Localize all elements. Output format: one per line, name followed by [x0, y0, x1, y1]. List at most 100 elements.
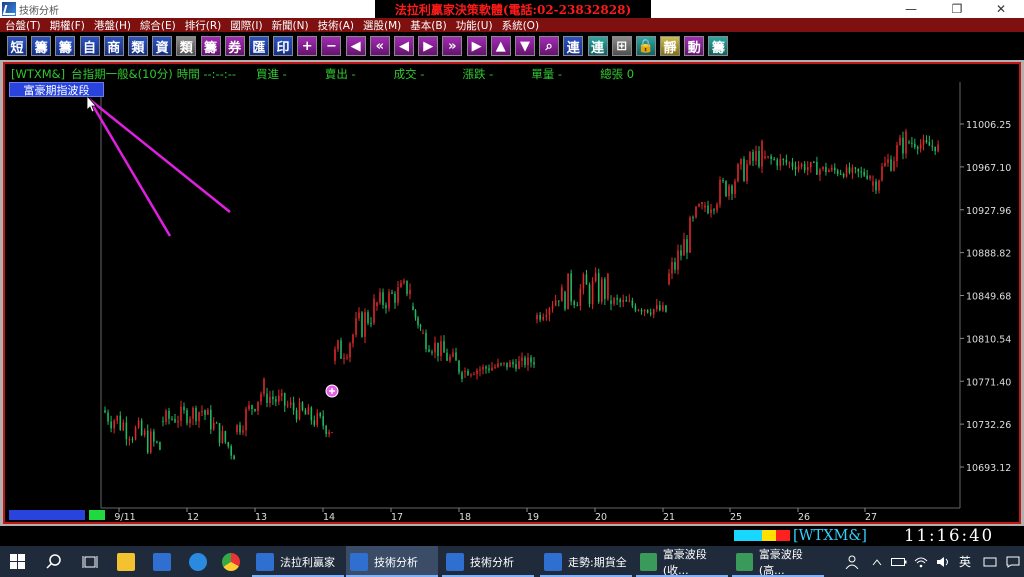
candle-body	[551, 305, 554, 309]
menu-item-hk[interactable]: 港盤(H)	[94, 18, 131, 33]
taskbar-app-chart[interactable]	[144, 546, 180, 577]
task-view-button[interactable]	[72, 546, 108, 577]
people-button[interactable]	[840, 546, 864, 577]
candle-body	[245, 409, 247, 431]
toolbar-button-9[interactable]: 券	[224, 36, 245, 56]
search-button[interactable]	[36, 546, 72, 577]
toolbar-button-27[interactable]: 靜	[660, 36, 681, 56]
menu-item-news[interactable]: 新聞(N)	[272, 18, 309, 33]
toolbar-button-20[interactable]: ▲	[490, 36, 511, 56]
toolbar-button-25[interactable]: ⊞	[611, 36, 632, 56]
ime-button[interactable]: 英	[954, 546, 976, 577]
toolbar-button-12[interactable]: +	[297, 36, 318, 56]
candle-body	[440, 341, 442, 357]
toolbar-button-5[interactable]: 類	[127, 36, 148, 56]
taskbar-window-5[interactable]: 富豪波段(收...	[636, 546, 728, 577]
toolbar-button-13[interactable]: −	[321, 36, 342, 56]
candle-body	[668, 273, 670, 285]
toolbar-button-6[interactable]: 資	[152, 36, 173, 56]
taskbar-window-2[interactable]: 技術分析	[346, 546, 438, 577]
indicator-tab[interactable]: 富豪期指波段	[9, 82, 104, 97]
menu-item-function[interactable]: 功能(U)	[456, 18, 493, 33]
candle-body	[479, 369, 481, 371]
toolbar-button-28[interactable]: 動	[684, 36, 705, 56]
menu-item-international[interactable]: 國際(I)	[230, 18, 262, 33]
toolbar-button-3[interactable]: 自	[79, 36, 100, 56]
toolbar-button-8[interactable]: 籌	[200, 36, 221, 56]
close-button[interactable]: ✕	[978, 0, 1024, 18]
volume-button[interactable]	[932, 546, 954, 577]
toolbar-button-1[interactable]: 籌	[31, 36, 52, 56]
toolbar-button-19[interactable]: ▶	[466, 36, 487, 56]
candle-body	[171, 418, 173, 420]
menu-item-fundamental[interactable]: 基本(B)	[410, 18, 446, 33]
candle-body	[662, 305, 664, 311]
price-chart[interactable]: 11006.25 10967.10 10927.96 10888.82 10849.68…	[5, 64, 1019, 522]
candle-body	[527, 357, 529, 366]
strip-cell	[762, 530, 776, 541]
toolbar-button-4[interactable]: 商	[103, 36, 124, 56]
candle-body	[301, 402, 304, 411]
taskbar-window-3[interactable]: 技術分析	[442, 546, 534, 577]
candle-body	[304, 410, 307, 415]
candle-body	[283, 393, 286, 406]
chart-app-icon	[544, 552, 562, 571]
tray-overflow-button[interactable]	[866, 546, 888, 577]
x-tick-label: 26	[798, 512, 810, 522]
toolbar-button-2[interactable]: 籌	[55, 36, 76, 56]
toolbar-button-0[interactable]: 短	[7, 36, 27, 56]
candle-body	[461, 372, 463, 379]
candle-body	[189, 418, 191, 424]
candle-body	[631, 300, 634, 306]
ime-mode-button[interactable]	[980, 546, 1000, 577]
menu-item-ranking[interactable]: 排行(R)	[185, 18, 222, 33]
toolbar-button-26[interactable]: 🔒	[635, 36, 656, 56]
menu-item-technical[interactable]: 技術(A)	[318, 18, 354, 33]
toolbar-button-7[interactable]: 類	[176, 36, 197, 56]
candle-body	[833, 167, 836, 171]
people-icon	[845, 555, 859, 569]
toolbar-button-17[interactable]: ▶	[418, 36, 439, 56]
candle-body	[734, 181, 736, 194]
menu-item-futures[interactable]: 期權(F)	[50, 18, 85, 33]
start-button[interactable]	[0, 546, 36, 577]
network-button[interactable]	[910, 546, 932, 577]
toolbar-button-16[interactable]: ◀	[394, 36, 414, 56]
toolbar-button-14[interactable]: ◀	[345, 36, 366, 56]
notification-button[interactable]	[1002, 546, 1024, 577]
taskbar-window-6[interactable]: 富豪波段(高...	[732, 546, 824, 577]
taskbar-window-4[interactable]: 走勢:期貨全	[540, 546, 632, 577]
toolbar-button-18[interactable]: »	[442, 36, 463, 56]
candle-body	[385, 304, 387, 309]
restore-button[interactable]: ❐	[934, 0, 980, 18]
candle-body	[382, 292, 384, 305]
toolbar-button-10[interactable]: 匯	[248, 36, 269, 56]
candle-body	[806, 167, 809, 171]
taskbar-window-1[interactable]: 法拉利贏家	[252, 546, 344, 577]
toolbar-button-24[interactable]: 連	[587, 36, 608, 56]
menu-item-taiwan[interactable]: 台盤(T)	[5, 18, 41, 33]
chart-window: 11006.25 10967.10 10927.96 10888.82 10849.68…	[0, 60, 1024, 526]
chart-scroll-status[interactable]	[9, 510, 105, 520]
menu-item-system[interactable]: 系統(O)	[502, 18, 539, 33]
toolbar-button-15[interactable]: «	[369, 36, 390, 56]
candle-body	[851, 167, 854, 173]
candle-body	[825, 166, 827, 173]
scroll-thumb[interactable]	[89, 510, 105, 520]
toolbar-button-29[interactable]: 籌	[708, 36, 729, 56]
menu-item-screener[interactable]: 選股(M)	[363, 18, 401, 33]
minimize-button[interactable]: —	[888, 0, 934, 18]
toolbar-button-21[interactable]: ▼	[514, 36, 535, 56]
toolbar-button-11[interactable]: 印	[273, 36, 294, 56]
info-bid: 買進 -	[256, 67, 287, 81]
taskbar-file-explorer[interactable]	[108, 546, 144, 577]
toolbar-button-22[interactable]: ⌕	[539, 36, 560, 56]
candle-body	[403, 280, 405, 283]
toolbar-button-23[interactable]: 連	[563, 36, 584, 56]
battery-button[interactable]	[888, 546, 910, 577]
taskbar-chrome[interactable]	[216, 546, 246, 577]
taskbar-edge[interactable]	[180, 546, 216, 577]
menu-item-composite[interactable]: 綜合(E)	[140, 18, 176, 33]
candle-body	[266, 393, 268, 403]
chart-app-icon	[256, 552, 274, 571]
